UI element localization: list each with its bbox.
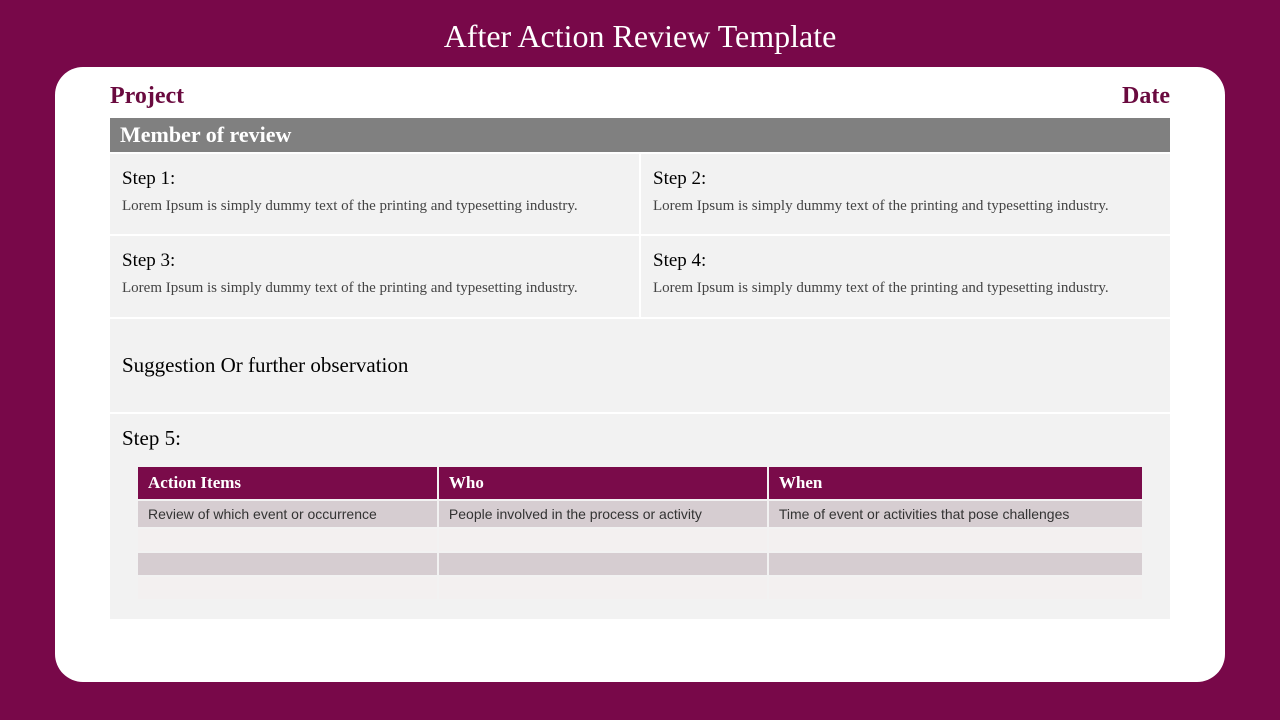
step-5-title: Step 5: <box>122 426 1158 451</box>
step-4: Step 4: Lorem Ipsum is simply dummy text… <box>641 236 1170 316</box>
col-when: When <box>769 467 1142 499</box>
action-items-table: Action Items Who When Review of which ev… <box>136 465 1144 601</box>
col-who: Who <box>439 467 767 499</box>
suggestion-section: Suggestion Or further observation <box>110 319 1170 412</box>
project-label: Project <box>110 83 184 110</box>
cell <box>138 529 437 551</box>
step-2: Step 2: Lorem Ipsum is simply dummy text… <box>641 154 1170 234</box>
steps-grid: Step 1: Lorem Ipsum is simply dummy text… <box>110 154 1170 317</box>
col-action-items: Action Items <box>138 467 437 499</box>
slide-title: After Action Review Template <box>0 0 1280 67</box>
step-title: Step 4: <box>653 250 1158 272</box>
step-body: Lorem Ipsum is simply dummy text of the … <box>122 196 627 216</box>
step-title: Step 2: <box>653 168 1158 190</box>
table-row <box>138 577 1142 599</box>
cell <box>138 577 437 599</box>
table-row: Review of which event or occurrence Peop… <box>138 501 1142 527</box>
cell <box>769 553 1142 575</box>
step-title: Step 3: <box>122 250 627 272</box>
table-row <box>138 553 1142 575</box>
cell: Review of which event or occurrence <box>138 501 437 527</box>
header-row: Project Date <box>110 79 1170 118</box>
step-5-section: Step 5: Action Items Who When Review of … <box>110 414 1170 619</box>
table-header-row: Action Items Who When <box>138 467 1142 499</box>
cell <box>439 577 767 599</box>
member-of-review-bar: Member of review <box>110 118 1170 152</box>
table-row <box>138 529 1142 551</box>
step-1: Step 1: Lorem Ipsum is simply dummy text… <box>110 154 639 234</box>
cell: People involved in the process or activi… <box>439 501 767 527</box>
cell <box>439 553 767 575</box>
date-label: Date <box>1122 83 1170 110</box>
cell <box>439 529 767 551</box>
cell <box>769 577 1142 599</box>
cell <box>138 553 437 575</box>
step-title: Step 1: <box>122 168 627 190</box>
step-body: Lorem Ipsum is simply dummy text of the … <box>122 278 627 298</box>
step-3: Step 3: Lorem Ipsum is simply dummy text… <box>110 236 639 316</box>
step-body: Lorem Ipsum is simply dummy text of the … <box>653 196 1158 216</box>
content-card: Project Date Member of review Step 1: Lo… <box>55 67 1225 682</box>
step-body: Lorem Ipsum is simply dummy text of the … <box>653 278 1158 298</box>
cell: Time of event or activities that pose ch… <box>769 501 1142 527</box>
cell <box>769 529 1142 551</box>
